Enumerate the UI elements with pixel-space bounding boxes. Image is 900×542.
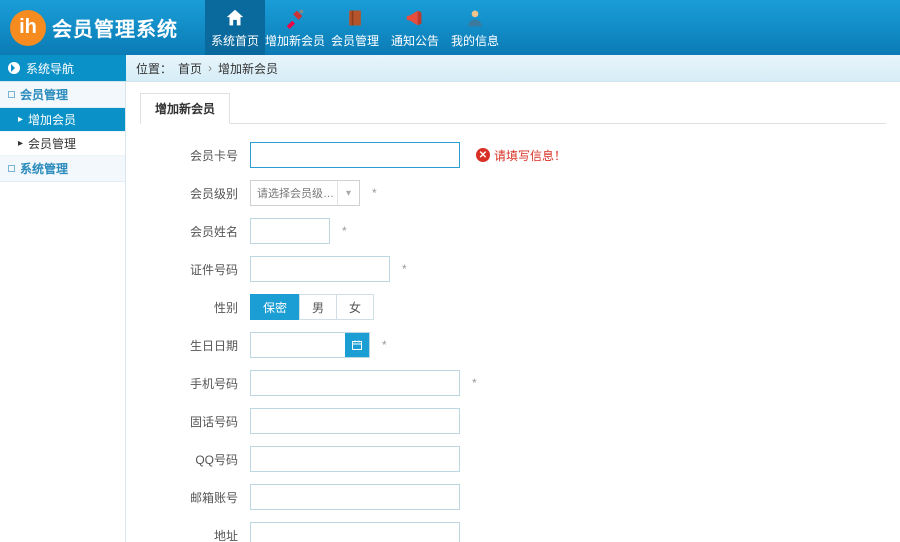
user-icon bbox=[463, 6, 487, 30]
chevron-right-icon: › bbox=[208, 61, 212, 75]
error-text: 请填写信息！ bbox=[494, 147, 566, 164]
topnav-member-mgmt[interactable]: 会员管理 bbox=[325, 0, 385, 55]
label-mobile: 手机号码 bbox=[140, 375, 250, 392]
topnav-label: 我的信息 bbox=[451, 32, 499, 49]
topnav-add-member[interactable]: 增加新会员 bbox=[265, 0, 325, 55]
label-address: 地址 bbox=[140, 527, 250, 542]
topnav-home[interactable]: 系统首页 bbox=[205, 0, 265, 55]
name-input[interactable] bbox=[250, 218, 330, 244]
gender-secret-button[interactable]: 保密 bbox=[250, 294, 300, 320]
label-gender: 性别 bbox=[140, 299, 250, 316]
select-placeholder: 请选择会员级别... bbox=[257, 185, 337, 201]
logo: ih 会员管理系统 bbox=[0, 10, 205, 46]
square-icon bbox=[8, 165, 15, 172]
level-select[interactable]: 请选择会员级别... ▾ bbox=[250, 180, 360, 206]
sidebar-item-add-member[interactable]: ▸ 增加会员 bbox=[0, 108, 125, 132]
card-no-input[interactable] bbox=[250, 142, 460, 168]
sidebar-item-member-mgmt[interactable]: ▸ 会员管理 bbox=[0, 132, 125, 156]
label-qq: QQ号码 bbox=[140, 451, 250, 468]
breadcrumb-home[interactable]: 首页 bbox=[178, 60, 202, 77]
chevron-down-icon: ▾ bbox=[337, 181, 359, 205]
sidebar-group-label: 会员管理 bbox=[20, 86, 68, 103]
bullet-icon: ▸ bbox=[18, 114, 23, 125]
required-mark: * bbox=[402, 262, 407, 276]
label-card-no: 会员卡号 bbox=[140, 147, 250, 164]
gender-segment: 保密 男 女 bbox=[250, 294, 373, 320]
book-icon bbox=[343, 6, 367, 30]
label-name: 会员姓名 bbox=[140, 223, 250, 240]
topnav-label: 系统首页 bbox=[211, 32, 259, 49]
label-email: 邮箱账号 bbox=[140, 489, 250, 506]
label-id-no: 证件号码 bbox=[140, 261, 250, 278]
tab-bar: 增加新会员 bbox=[140, 92, 886, 124]
breadcrumb-current: 增加新会员 bbox=[218, 60, 278, 77]
top-nav: 系统首页 增加新会员 会员管理 通知公告 我的信息 bbox=[205, 0, 505, 55]
square-icon bbox=[8, 91, 15, 98]
breadcrumb: 位置： 首页 › 增加新会员 bbox=[126, 55, 900, 81]
address-input[interactable] bbox=[250, 522, 460, 542]
label-birthday: 生日日期 bbox=[140, 337, 250, 354]
tab-add-member[interactable]: 增加新会员 bbox=[140, 93, 230, 124]
gender-male-button[interactable]: 男 bbox=[299, 294, 337, 320]
main-content: 增加新会员 会员卡号 ✕ 请填写信息！ 会员级别 请选择会员级别... ▾ * bbox=[126, 82, 900, 542]
mobile-input[interactable] bbox=[250, 370, 460, 396]
collapse-icon bbox=[8, 62, 20, 74]
topnav-label: 增加新会员 bbox=[265, 32, 325, 49]
logo-icon: ih bbox=[10, 10, 46, 46]
megaphone-icon bbox=[403, 6, 427, 30]
tools-icon bbox=[283, 6, 307, 30]
id-no-input[interactable] bbox=[250, 256, 390, 282]
home-icon bbox=[223, 6, 247, 30]
topnav-myinfo[interactable]: 我的信息 bbox=[445, 0, 505, 55]
label-level: 会员级别 bbox=[140, 185, 250, 202]
email-input[interactable] bbox=[250, 484, 460, 510]
sidebar-header-label: 系统导航 bbox=[26, 60, 74, 77]
calendar-icon bbox=[345, 333, 369, 357]
topnav-label: 会员管理 bbox=[331, 32, 379, 49]
tel-input[interactable] bbox=[250, 408, 460, 434]
gender-female-button[interactable]: 女 bbox=[336, 294, 374, 320]
sidebar-item-label: 会员管理 bbox=[28, 135, 76, 152]
sidebar: 会员管理 ▸ 增加会员 ▸ 会员管理 系统管理 bbox=[0, 82, 126, 542]
birthday-input[interactable] bbox=[250, 332, 370, 358]
topnav-label: 通知公告 bbox=[391, 32, 439, 49]
app-header: ih 会员管理系统 系统首页 增加新会员 会员管理 通知公告 我的信息 bbox=[0, 0, 900, 55]
qq-input[interactable] bbox=[250, 446, 460, 472]
sidebar-item-label: 增加会员 bbox=[28, 111, 76, 128]
topnav-notice[interactable]: 通知公告 bbox=[385, 0, 445, 55]
app-title: 会员管理系统 bbox=[52, 13, 178, 42]
sidebar-header[interactable]: 系统导航 bbox=[0, 55, 126, 81]
breadcrumb-prefix: 位置： bbox=[136, 60, 172, 77]
sidebar-group-system[interactable]: 系统管理 bbox=[0, 156, 125, 182]
required-mark: * bbox=[372, 186, 377, 200]
label-tel: 固话号码 bbox=[140, 413, 250, 430]
required-mark: * bbox=[382, 338, 387, 352]
error-icon: ✕ bbox=[476, 148, 490, 162]
sidebar-group-members[interactable]: 会员管理 bbox=[0, 82, 125, 108]
bullet-icon: ▸ bbox=[18, 138, 23, 149]
card-no-error: ✕ 请填写信息！ bbox=[476, 147, 566, 164]
sidebar-group-label: 系统管理 bbox=[20, 160, 68, 177]
required-mark: * bbox=[472, 376, 477, 390]
required-mark: * bbox=[342, 224, 347, 238]
subheader-row: 系统导航 位置： 首页 › 增加新会员 bbox=[0, 55, 900, 82]
